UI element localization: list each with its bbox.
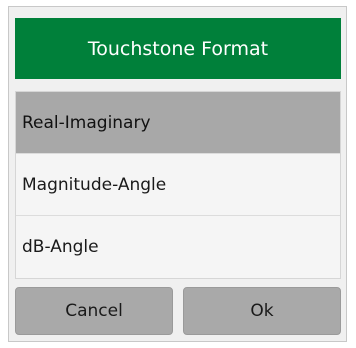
option-db-angle[interactable]: dB-Angle (16, 216, 340, 278)
ok-button[interactable]: Ok (183, 287, 341, 335)
cancel-button[interactable]: Cancel (15, 287, 173, 335)
dialog-title: Touchstone Format (15, 18, 341, 79)
option-magnitude-angle[interactable]: Magnitude-Angle (16, 154, 340, 216)
touchstone-format-dialog: Touchstone Format Real-Imaginary Magnitu… (8, 6, 347, 342)
option-real-imaginary[interactable]: Real-Imaginary (16, 92, 340, 154)
format-options-list: Real-Imaginary Magnitude-Angle dB-Angle (15, 91, 341, 279)
dialog-buttons: Cancel Ok (15, 287, 341, 335)
